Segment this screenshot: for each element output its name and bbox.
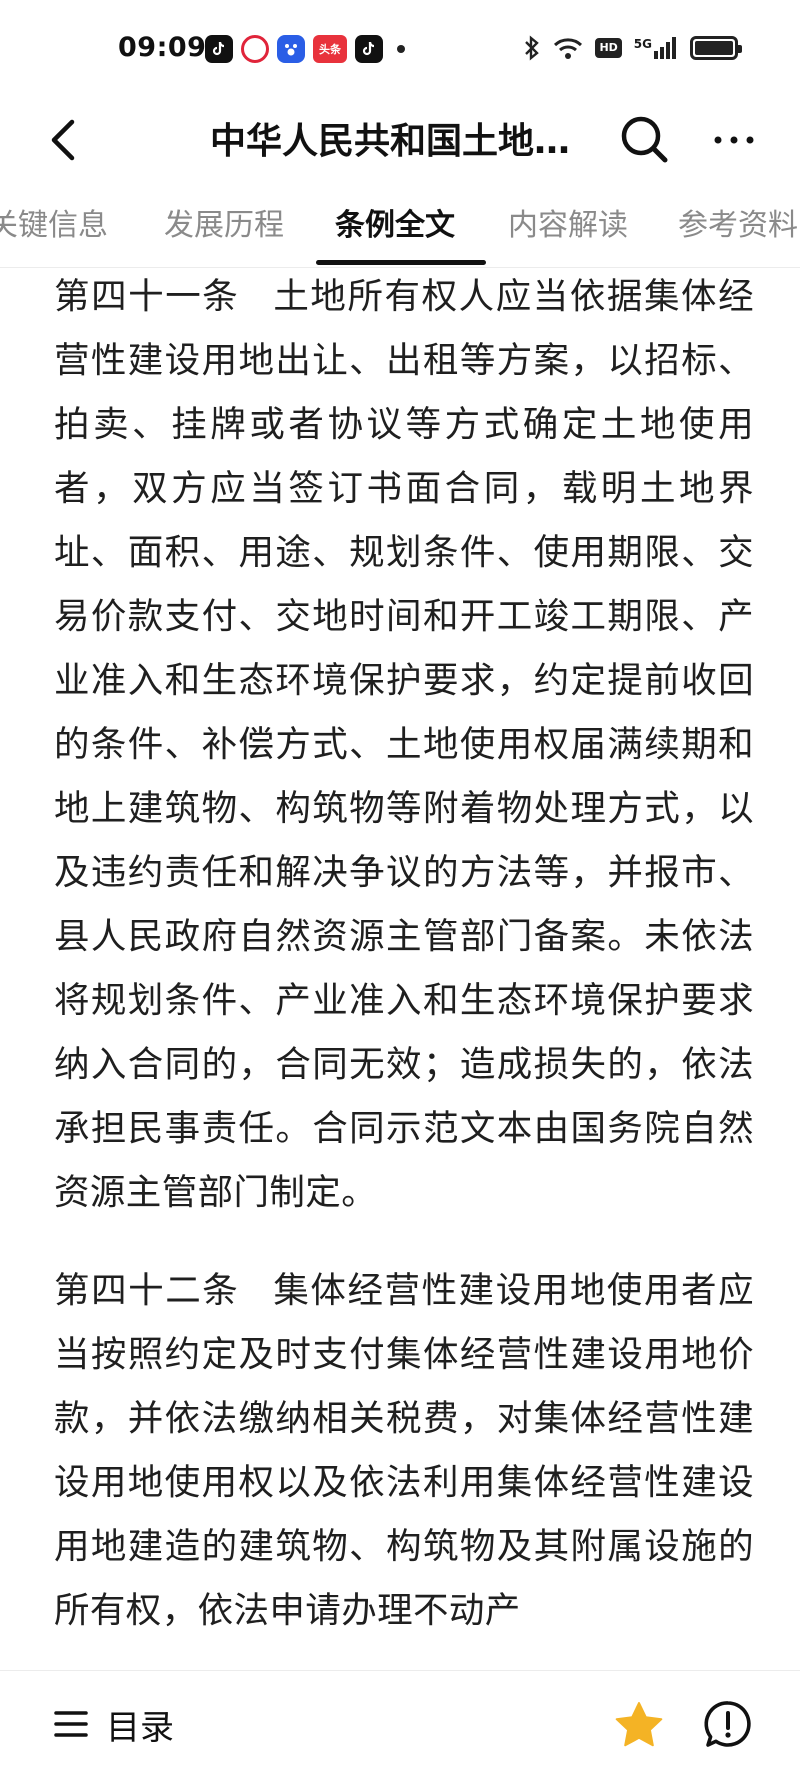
article-number: 第四十一条 [54, 276, 240, 317]
bluetooth-icon [525, 35, 540, 61]
screen: 09:09 头条 HD 5G 中华人民共和国土地… 关键信息 发展历程 条例全文… [0, 0, 800, 1778]
hd-badge: HD [595, 38, 622, 58]
tab-key-info[interactable]: 关键信息 [0, 200, 108, 244]
tab-bar: 关键信息 发展历程 条例全文 内容解读 参考资料 [0, 192, 800, 268]
search-icon [621, 116, 668, 163]
search-button[interactable] [615, 110, 675, 170]
signal-icon: 5G [634, 37, 678, 59]
article-text: 土地所有权人应当依据集体经营性建设用地出让、出租等方案，以招标、拍卖、挂牌或者协… [54, 276, 754, 1213]
tab-history[interactable]: 发展历程 [164, 200, 284, 244]
favorite-button[interactable] [612, 1699, 666, 1753]
network-type-label: 5G [633, 37, 652, 51]
bottom-bar: 目录 [0, 1670, 800, 1778]
more-notifications-dot-icon [397, 45, 405, 53]
status-time: 09:09 [118, 32, 207, 63]
baidu-notification-icon [277, 35, 305, 63]
page-title: 中华人民共和国土地… [210, 121, 571, 162]
battery-fill [695, 41, 733, 55]
article-content[interactable]: 第四十一条 土地所有权人应当依据集体经营性建设用地出让、出租等方案，以招标、拍卖、… [54, 265, 754, 1670]
more-options-button[interactable] [706, 110, 766, 170]
douyin-notification-icon [205, 35, 233, 63]
tab-interpretation[interactable]: 内容解读 [508, 200, 628, 244]
status-bar: 09:09 头条 HD 5G [0, 0, 800, 100]
wifi-icon [554, 38, 583, 59]
exclamation-bubble-icon [704, 1701, 751, 1747]
app-notification-icon [241, 35, 269, 63]
tab-references[interactable]: 参考资料 [678, 200, 798, 244]
back-arrow-icon [51, 119, 75, 161]
top-bar: 中华人民共和国土地… [0, 100, 800, 200]
battery-icon [690, 36, 742, 60]
toc-label: 目录 [106, 1707, 174, 1748]
more-dots-icon [714, 136, 754, 144]
article-paragraph: 第四十一条 土地所有权人应当依据集体经营性建设用地出让、出租等方案，以招标、拍卖、… [54, 265, 754, 1225]
toutiao-notification-icon: 头条 [313, 35, 347, 63]
tab-full-text[interactable]: 条例全文 [335, 200, 455, 244]
article-number: 第四十二条 [54, 1270, 240, 1311]
article-paragraph: 第四十二条 集体经营性建设用地使用者应当按照约定及时支付集体经营性建设用地价款，并… [54, 1259, 754, 1643]
article-text: 集体经营性建设用地使用者应当按照约定及时支付集体经营性建设用地价款，并依法缴纳相… [54, 1270, 754, 1631]
douyin-notification-icon-2 [355, 35, 383, 63]
table-of-contents-button[interactable]: 目录 [54, 1699, 174, 1749]
feedback-button[interactable] [700, 1697, 756, 1753]
star-icon [615, 1702, 663, 1747]
back-button[interactable] [38, 110, 98, 170]
menu-icon [54, 1711, 88, 1737]
notification-icons: 头条 [205, 35, 405, 63]
system-icons: HD 5G [511, 34, 742, 62]
